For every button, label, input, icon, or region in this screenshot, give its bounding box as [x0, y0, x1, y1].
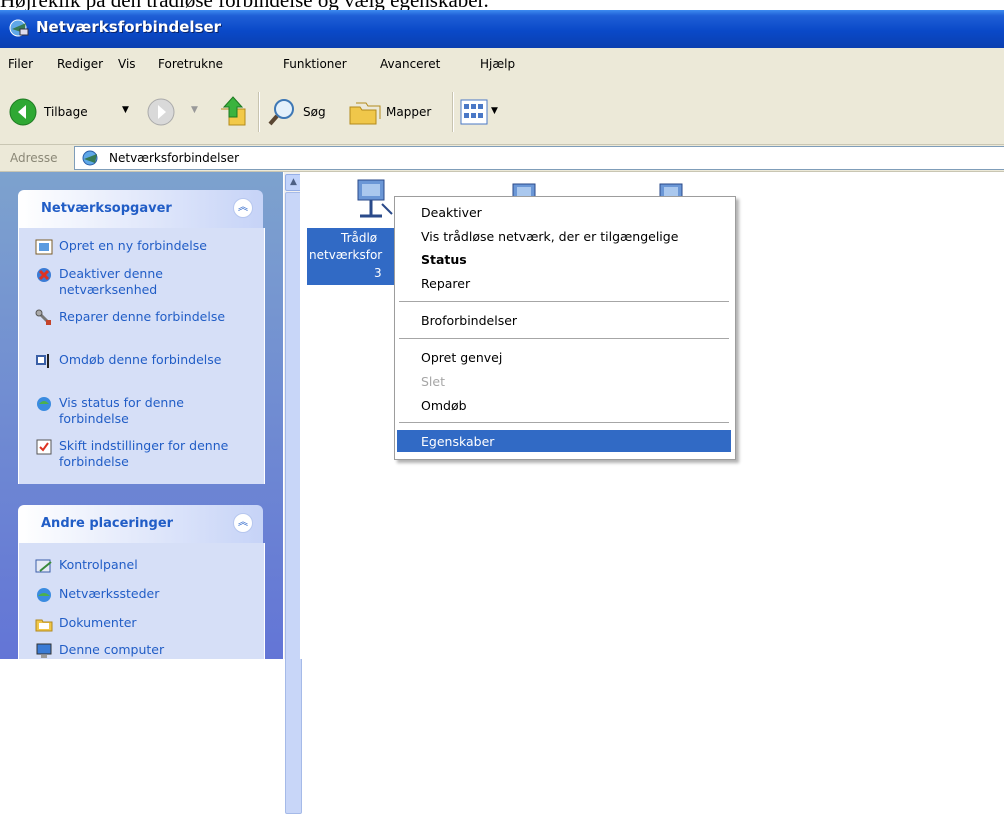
computer-icon [36, 643, 52, 658]
place-network-places[interactable]: Netværkssteder [35, 586, 245, 604]
views-dropdown-icon[interactable]: ▼ [491, 106, 498, 116]
disable-network-icon [37, 268, 51, 282]
menu-item-create-shortcut[interactable]: Opret genvej [397, 346, 731, 368]
wireless-connection-label[interactable]: Trådlø netværksfor 3 [307, 228, 395, 285]
place-label: Denne computer [59, 642, 165, 657]
task-repair[interactable]: Reparer denne forbindelse [35, 309, 245, 343]
connection-label-line1: Trådlø [341, 231, 378, 245]
menu-item-bridge-connections[interactable]: Broforbindelser [397, 309, 731, 331]
toolbar-separator-2 [452, 92, 454, 132]
rename-icon [36, 354, 49, 368]
network-places-icon [37, 588, 51, 602]
task-label: Opret en ny forbindelse [59, 238, 207, 253]
network-tasks-panel: Opret en ny forbindelse Deaktiver denne … [18, 228, 265, 484]
title-bar: Netværksforbindelser [0, 10, 1004, 48]
window-title: Netværksforbindelser [36, 18, 222, 36]
back-button[interactable]: Tilbage ▼ [8, 97, 138, 127]
task-label: Omdøb denne forbindelse [59, 352, 222, 367]
control-panel-icon [35, 559, 52, 573]
back-label: Tilbage [44, 105, 88, 119]
new-connection-icon [35, 239, 53, 255]
address-value: Netværksforbindelser [109, 151, 240, 165]
search-label: Søg [303, 105, 326, 119]
place-my-computer[interactable]: Denne computer [35, 642, 245, 660]
menu-item-status[interactable]: Status [397, 248, 731, 270]
network-tasks-header[interactable]: Netværksopgaver ︽ [18, 190, 263, 228]
address-field[interactable]: Netværksforbindelser [74, 146, 1004, 170]
task-pane-scrollbar[interactable]: ▲ [283, 172, 302, 814]
menu-item-delete: Slet [421, 374, 445, 389]
repair-icon [35, 309, 52, 326]
task-new-connection[interactable]: Opret en ny forbindelse [35, 238, 245, 256]
task-change-settings[interactable]: Skift indstillinger for denne forbindels… [35, 438, 245, 472]
menu-separator [399, 301, 729, 302]
task-rename[interactable]: Omdøb denne forbindelse [35, 352, 245, 386]
menu-advanced[interactable]: Avanceret [380, 57, 440, 71]
task-label: Skift indstillinger for denne forbindels… [59, 438, 229, 469]
context-menu: Deaktiver Vis trådløse netværk, der er t… [394, 196, 736, 460]
settings-icon [36, 439, 52, 455]
collapse-icon[interactable]: ︽ [233, 198, 253, 218]
menu-edit[interactable]: Rediger [57, 57, 103, 71]
menu-help[interactable]: Hjælp [480, 57, 515, 71]
menu-item-repair[interactable]: Reparer [397, 272, 731, 294]
menu-item-view-wireless-networks[interactable]: Vis trådløse netværk, der er tilgængelig… [397, 225, 731, 247]
documents-icon [35, 619, 53, 632]
place-control-panel[interactable]: Kontrolpanel [35, 557, 245, 575]
address-bar: Adresse Netværksforbindelser [0, 145, 1004, 172]
task-view-status[interactable]: Vis status for denne forbindelse [35, 395, 245, 429]
other-places-header[interactable]: Andre placeringer ︽ [18, 505, 263, 543]
connection-label-line2: netværksfor [309, 248, 383, 262]
menu-separator [399, 338, 729, 339]
menu-bar: Filer Rediger Vis Foretrukne Funktioner … [0, 48, 1004, 81]
connection-label-line3: 3 [374, 266, 382, 280]
network-connections-icon [82, 150, 98, 166]
views-icon [460, 99, 488, 125]
forward-dropdown-icon[interactable]: ▼ [191, 105, 198, 115]
place-label: Dokumenter [59, 615, 137, 630]
menu-view[interactable]: Vis [118, 57, 136, 71]
menu-separator [399, 422, 729, 423]
place-label: Kontrolpanel [59, 557, 138, 572]
menu-tools[interactable]: Funktioner [283, 57, 347, 71]
wireless-connection-icon[interactable] [352, 176, 394, 224]
menu-item-properties[interactable]: Egenskaber [397, 430, 731, 452]
toolbar-separator [258, 92, 260, 132]
menu-favorites[interactable]: Foretrukne [158, 57, 223, 71]
place-label: Netværkssteder [59, 586, 160, 601]
other-places-title: Andre placeringer [41, 516, 174, 531]
back-dropdown-icon[interactable]: ▼ [122, 105, 129, 115]
menu-file[interactable]: Filer [8, 57, 33, 71]
back-arrow-icon [9, 98, 37, 126]
task-label: Deaktiver denne netværksenhed [59, 266, 163, 297]
status-icon [37, 397, 51, 411]
task-disable-network[interactable]: Deaktiver denne netværksenhed [35, 266, 245, 300]
menu-item-disable[interactable]: Deaktiver [397, 201, 731, 223]
collapse-icon[interactable]: ︽ [233, 513, 253, 533]
task-label: Reparer denne forbindelse [59, 309, 226, 324]
forward-arrow-icon [147, 98, 175, 126]
folders-label: Mapper [386, 105, 432, 119]
search-icon [268, 99, 294, 126]
folders-icon [349, 102, 381, 125]
search-button[interactable]: Søg [267, 97, 347, 127]
address-label: Adresse [10, 151, 58, 165]
network-connections-icon [9, 19, 29, 37]
up-folder-icon[interactable] [218, 95, 248, 127]
toolbar: Tilbage ▼ ▼ Søg Mapper ▼ [0, 80, 1004, 145]
other-places-panel: Kontrolpanel Netværkssteder Dokumenter D… [18, 543, 265, 659]
place-documents[interactable]: Dokumenter [35, 615, 245, 633]
folders-button[interactable]: Mapper [348, 97, 448, 127]
network-tasks-title: Netværksopgaver [41, 201, 172, 216]
menu-item-rename[interactable]: Omdøb [397, 394, 731, 416]
task-label: Vis status for denne forbindelse [59, 395, 184, 426]
views-button[interactable]: ▼ [460, 98, 510, 126]
forward-button[interactable]: ▼ [146, 97, 206, 127]
